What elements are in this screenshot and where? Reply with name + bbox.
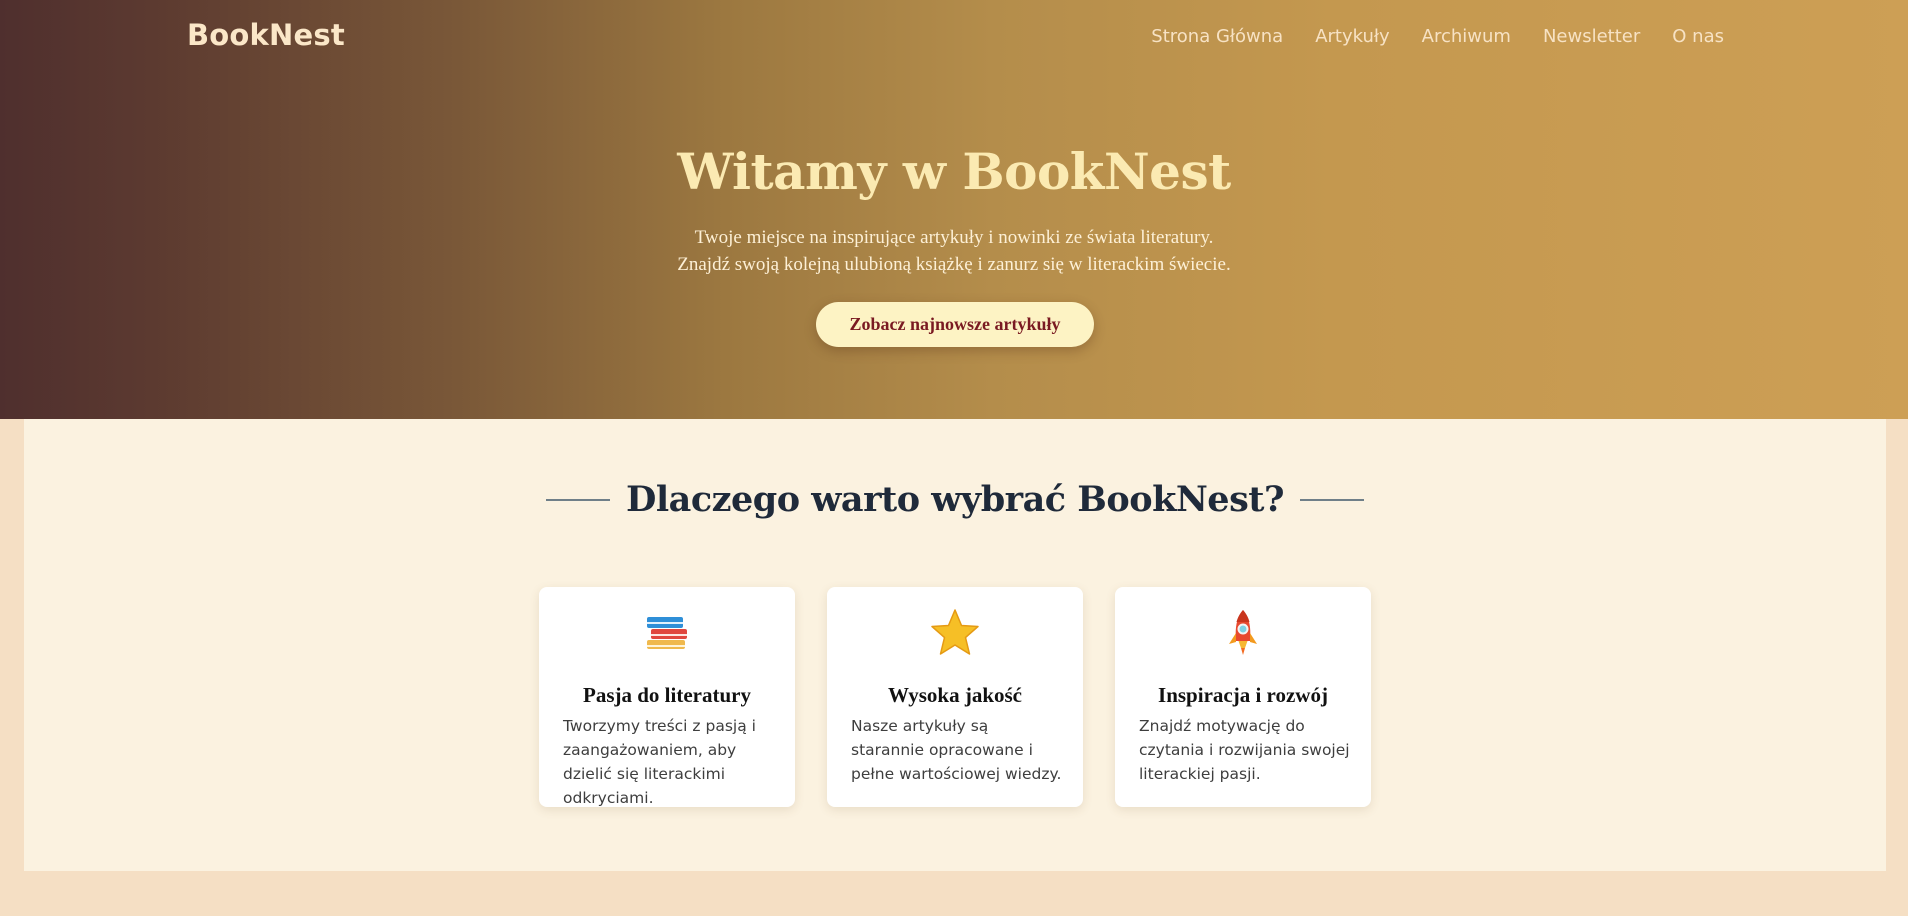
features-title: Dlaczego warto wybrać BookNest? (626, 479, 1284, 520)
star-icon (827, 607, 1083, 671)
latest-articles-button[interactable]: Zobacz najnowsze artykuły (816, 302, 1094, 347)
hero-subtitle-line-2: Znajdź swoją kolejną ulubioną książkę i … (677, 254, 1231, 275)
features-heading: Dlaczego warto wybrać BookNest? (24, 479, 1886, 520)
heading-divider-left (546, 498, 611, 501)
main-nav: Strona Główna Artykuły Archiwum Newslett… (1151, 26, 1724, 47)
feature-card-text: Nasze artykuły są starannie opracowane i… (851, 717, 1062, 783)
hero-subtitle-line-1: Twoje miejsce na inspirujące artykuły i … (694, 227, 1214, 248)
heading-divider-right (1299, 498, 1364, 501)
hero-banner: BookNest Strona Główna Artykuły Archiwum… (0, 0, 1908, 419)
feature-card-quality: Wysoka jakość Nasze artykuły są staranni… (827, 587, 1083, 807)
features-section: Dlaczego warto wybrać BookNest? Pasja do… (24, 419, 1886, 871)
nav-articles[interactable]: Artykuły (1315, 26, 1389, 47)
hero-subtitle: Twoje miejsce na inspirujące artykuły i … (0, 224, 1908, 278)
hero-title: Witamy w BookNest (677, 142, 1231, 201)
feature-card-title: Pasja do literatury (583, 683, 751, 707)
nav-home[interactable]: Strona Główna (1151, 26, 1283, 47)
rocket-icon (1115, 607, 1371, 671)
nav-archive[interactable]: Archiwum (1422, 26, 1511, 47)
nav-about[interactable]: O nas (1672, 26, 1724, 47)
feature-card-text: Znajdź motywację do czytania i rozwijani… (1139, 717, 1350, 783)
feature-card-title: Inspiracja i rozwój (1158, 683, 1328, 707)
feature-card-passion: Pasja do literatury Tworzymy treści z pa… (539, 587, 795, 807)
brand-logo[interactable]: BookNest (187, 18, 345, 52)
feature-card-inspiration: Inspiracja i rozwój Znajdź motywację do … (1115, 587, 1371, 807)
books-icon (539, 607, 795, 671)
feature-card-title: Wysoka jakość (888, 683, 1022, 707)
bottom-section-band (24, 871, 1886, 916)
nav-newsletter[interactable]: Newsletter (1543, 26, 1640, 47)
feature-card-text: Tworzymy treści z pasją i zaangażowaniem… (563, 717, 756, 807)
